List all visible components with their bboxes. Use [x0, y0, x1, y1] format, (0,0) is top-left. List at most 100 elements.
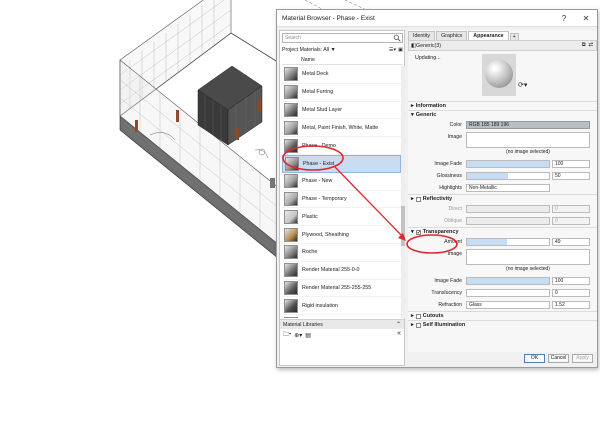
- material-libraries-header[interactable]: Material Libraries ⌃: [280, 319, 404, 329]
- cutouts-checkbox[interactable]: [415, 313, 421, 319]
- library-filter-dropdown[interactable]: Project Materials: All ▼: [282, 47, 336, 53]
- transparency-image-fade-slider[interactable]: [466, 277, 550, 285]
- dialog-titlebar[interactable]: Material Browser - Phase - Exist ? ✕: [277, 10, 597, 27]
- image-fade-slider[interactable]: [466, 160, 550, 168]
- refresh-preview-icon[interactable]: ⟳▾: [518, 81, 527, 89]
- apply-button[interactable]: Apply: [572, 354, 593, 363]
- material-thumbnail: [284, 263, 298, 278]
- material-thumbnail: [284, 102, 298, 117]
- replace-asset-icon[interactable]: ⇄: [589, 42, 593, 49]
- material-row[interactable]: Metal, Paint Finish, White, Matte: [282, 119, 401, 138]
- material-row[interactable]: Plastic: [282, 208, 401, 227]
- material-row[interactable]: Roche: [282, 244, 401, 262]
- dialog-buttons: OK Cancel Apply: [524, 354, 593, 363]
- image-label: Image: [447, 134, 462, 140]
- section-generic[interactable]: ▾ Generic: [408, 110, 597, 119]
- section-self-illumination-label: Self Illumination: [422, 322, 466, 328]
- material-row[interactable]: Phase - Temporary: [282, 191, 401, 209]
- new-material-icon[interactable]: ⊕▾: [294, 332, 302, 339]
- amount-label: Amount: [444, 239, 462, 245]
- property-tabs: Identity Graphics Appearance +: [408, 30, 597, 40]
- refraction-dropdown[interactable]: Glass: [466, 301, 550, 309]
- color-row: Color RGB 185 189 196: [408, 119, 597, 131]
- color-swatch[interactable]: RGB 185 189 196: [466, 121, 590, 129]
- close-button[interactable]: ✕: [575, 14, 597, 23]
- transparency-image-picker[interactable]: [466, 249, 590, 265]
- material-row[interactable]: Phase - Demo: [282, 137, 401, 155]
- glossiness-label: Glossiness: [436, 173, 462, 179]
- library-folder-icon[interactable]: 🗀▾: [283, 330, 291, 340]
- section-transparency[interactable]: ▾ ✓ Transparency: [408, 227, 597, 236]
- direct-value: 0: [552, 205, 590, 213]
- tab-graphics[interactable]: Graphics: [436, 31, 468, 40]
- translucency-value[interactable]: 0: [552, 289, 590, 297]
- material-thumbnail: [284, 227, 298, 242]
- expand-arrow-icon: ▸: [411, 103, 414, 109]
- material-row[interactable]: Rigid insulation: [282, 297, 401, 316]
- glossiness-value[interactable]: 50: [552, 172, 590, 180]
- material-row[interactable]: Plywood, Sheathing: [282, 226, 401, 244]
- preview-sphere: [485, 60, 513, 88]
- material-thumbnail: [284, 67, 298, 82]
- tab-identity[interactable]: Identity: [408, 31, 436, 40]
- slider-fill: [467, 278, 549, 284]
- material-list[interactable]: Metal Deck Metal Furring Metal Stud Layer M…: [282, 66, 401, 318]
- material-row[interactable]: Phase - New: [282, 173, 401, 191]
- material-name: Phase - Exist: [303, 160, 335, 167]
- image-fade-label: Image Fade: [434, 161, 462, 167]
- panel-toggle-icon[interactable]: ▣: [398, 47, 403, 53]
- material-row[interactable]: Metal Deck: [282, 66, 401, 84]
- ok-button[interactable]: OK: [524, 354, 545, 363]
- material-name: Metal Stud Layer: [302, 106, 343, 113]
- material-thumbnail: [284, 298, 298, 313]
- translucency-slider[interactable]: [466, 289, 550, 297]
- image-fade-value[interactable]: 100: [552, 160, 590, 168]
- image-picker[interactable]: [466, 132, 590, 148]
- search-icon[interactable]: [393, 34, 401, 42]
- material-row[interactable]: Render Material 255-255-255: [282, 280, 401, 298]
- amount-value[interactable]: 49: [552, 238, 590, 246]
- preview-swatch: [482, 54, 516, 96]
- material-list-scrollbar[interactable]: [401, 66, 405, 318]
- add-asset-tab[interactable]: +: [509, 33, 519, 40]
- tab-appearance[interactable]: Appearance: [468, 31, 509, 40]
- material-row[interactable]: Phase - Exist: [282, 154, 401, 173]
- glossiness-slider[interactable]: [466, 172, 550, 180]
- duplicate-asset-icon[interactable]: ⧉: [582, 42, 586, 49]
- view-options-icon[interactable]: ☰▾: [389, 47, 396, 53]
- section-self-illumination[interactable]: ▸ Self Illumination: [408, 320, 597, 329]
- material-name: Phase - Demo: [302, 142, 336, 149]
- highlights-row: Highlights Non-Metallic: [408, 182, 597, 194]
- section-information[interactable]: ▸ Information: [408, 101, 597, 110]
- scrollbar-thumb[interactable]: [401, 206, 405, 246]
- material-name: Plastic: [302, 213, 318, 220]
- refraction-value[interactable]: 1.52: [552, 301, 590, 309]
- material-row[interactable]: Render Material 255-0-0: [282, 262, 401, 280]
- section-reflectivity[interactable]: ▸ Reflectivity: [408, 194, 597, 203]
- transparency-checkbox[interactable]: ✓: [415, 229, 421, 235]
- updating-status: Updating...: [415, 55, 441, 61]
- direct-row: Direct 0: [408, 203, 597, 215]
- highlights-dropdown[interactable]: Non-Metallic: [466, 184, 550, 192]
- material-row[interactable]: Metal Stud Layer: [282, 102, 401, 120]
- transparency-image-fade-value[interactable]: 100: [552, 277, 590, 285]
- slider-fill: [467, 239, 508, 245]
- revit-viewport[interactable]: Material Browser - Phase - Exist ? ✕ Sea…: [0, 0, 600, 421]
- material-row[interactable]: Roofing, EPDM Membrane: [282, 315, 401, 318]
- material-name: Plywood, Sheathing: [302, 231, 349, 238]
- search-input[interactable]: Search: [282, 33, 403, 43]
- column-header-name[interactable]: Name: [282, 56, 403, 65]
- reflectivity-checkbox[interactable]: [415, 196, 421, 202]
- collapse-icon[interactable]: «: [397, 330, 401, 337]
- amount-slider[interactable]: [466, 238, 550, 246]
- material-list-panel: Search Project Materials: All ▼ ☰▾ ▣ Nam…: [279, 30, 405, 366]
- section-cutouts[interactable]: ▸ Cutouts: [408, 311, 597, 320]
- self-illumination-checkbox[interactable]: [415, 322, 421, 328]
- material-row[interactable]: Metal Furring: [282, 84, 401, 102]
- library-filter-bar: Project Materials: All ▼ ☰▾ ▣: [282, 45, 403, 54]
- help-button[interactable]: ?: [553, 14, 575, 23]
- material-editor-icon[interactable]: ▤: [305, 332, 311, 339]
- expand-arrow-icon: ▸: [411, 196, 414, 202]
- cancel-button[interactable]: Cancel: [548, 354, 569, 363]
- material-preview: Updating... ⟳▾: [408, 51, 597, 101]
